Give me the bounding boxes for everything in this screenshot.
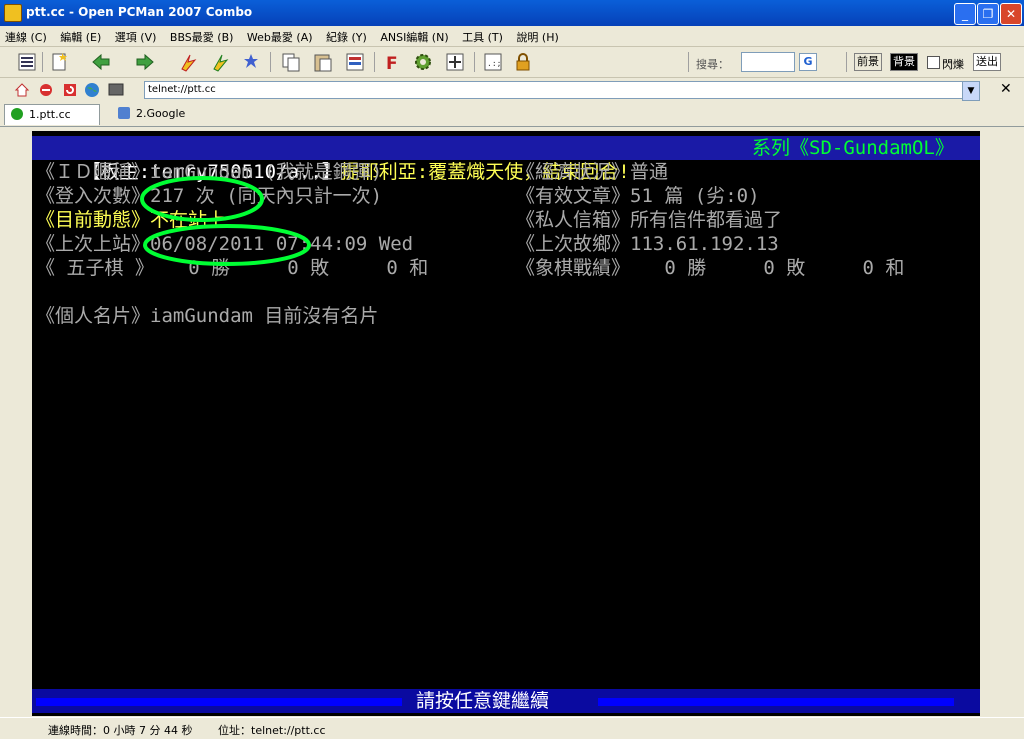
copy-icon[interactable] — [280, 51, 302, 73]
profile-row-right: 《經濟狀況》普通 — [516, 160, 668, 184]
close-button[interactable]: ✕ — [1000, 3, 1022, 25]
web-page-icon — [118, 107, 130, 119]
tab-ptt[interactable]: 1.ptt.cc — [4, 104, 100, 125]
screen-icon[interactable] — [108, 82, 124, 98]
address-close-icon[interactable]: ✕ — [1000, 81, 1012, 97]
terminal-screen[interactable]: 【板主:terry750510/a..】提耶利亞:覆蓋熾天使，結束回合! 系列《… — [32, 131, 980, 716]
menu-bar: 連線 (C) 編輯 (E) 選項 (V) BBS最愛 (B) Web最愛 (A)… — [0, 26, 1024, 47]
login-count-value: 217 次 (同天內只計一次) — [150, 185, 383, 207]
window-title: ptt.cc - Open PCMan 2007 Combo — [26, 5, 253, 19]
menu-tools[interactable]: 工具 (T) — [457, 26, 508, 45]
menu-connect[interactable]: 連線 (C) — [0, 26, 52, 45]
tab-label: 2.Google — [136, 107, 186, 120]
profile-row: 《ＩＤ暱稱》iamGundam (我就是鋼彈) — [36, 160, 382, 184]
menu-bbs-favorites[interactable]: BBS最愛 (B) — [165, 26, 239, 45]
last-login-value: 06/08/2011 07:44:09 Wed — [150, 233, 414, 255]
connected-icon — [11, 108, 23, 120]
globe-icon[interactable] — [84, 82, 100, 98]
menu-edit[interactable]: 編輯 (E) — [55, 26, 106, 45]
address-input[interactable]: telnet://ptt.cc — [144, 81, 971, 99]
login-count-label: 《登入次數》 — [36, 185, 151, 207]
menu-ansi-edit[interactable]: ANSI編輯 (N) — [375, 26, 453, 45]
mailbox-value: 所有信件都看過了 — [630, 209, 783, 231]
chess-label: 《象棋戰績》 — [516, 257, 631, 279]
address-dropdown-icon[interactable]: ▼ — [962, 81, 980, 101]
site-list-icon[interactable] — [16, 51, 38, 73]
blink-label: 閃爍 — [942, 58, 964, 71]
economy-label: 《經濟狀況》 — [516, 161, 631, 183]
forward-arrow-icon[interactable] — [134, 51, 156, 73]
gomoku-value: 0 勝 0 敗 0 和 — [153, 257, 429, 279]
profile-row: 《 五子棋 》 0 勝 0 敗 0 和 — [36, 256, 428, 280]
card-value: iamGundam 目前沒有名片 — [150, 305, 379, 327]
id-nickname-label: 《ＩＤ暱稱》 — [36, 161, 151, 183]
gear-icon[interactable] — [412, 51, 434, 73]
blink-checkbox[interactable] — [927, 56, 940, 69]
posts-label: 《有效文章》 — [516, 185, 631, 207]
tab-label: 1.ptt.cc — [29, 108, 71, 121]
chess-value: 0 勝 0 敗 0 和 — [630, 257, 905, 279]
search-input[interactable] — [741, 52, 795, 72]
last-login-label: 《上次上站》 — [36, 233, 151, 255]
font-icon[interactable]: F — [382, 51, 404, 73]
tab-bar: 1.ptt.cc 2.Google — [0, 102, 1024, 127]
status-label: 《目前動態》 — [36, 209, 151, 231]
header-series: 系列《SD-GundamOL》 — [752, 137, 954, 159]
press-any-key-prompt: 請按任意鍵繼續 — [416, 690, 550, 712]
status-value: 不在站上 — [150, 209, 227, 231]
card-row: 《個人名片》iamGundam 目前沒有名片 — [36, 304, 378, 328]
search-label: 搜尋： — [696, 58, 729, 71]
window-titlebar: ptt.cc - Open PCMan 2007 Combo _ ❐ ✕ — [0, 0, 1024, 26]
menu-record[interactable]: 紀錄 (Y) — [321, 26, 372, 45]
ansi-editor-icon[interactable]: .:; — [482, 51, 504, 73]
profile-row-right: 《私人信箱》所有信件都看過了 — [516, 208, 782, 232]
disconnect-icon[interactable] — [178, 51, 200, 73]
paste-color-icon[interactable] — [344, 51, 366, 73]
profile-row: 《目前動態》不在站上 — [36, 208, 226, 232]
svg-text:.:;: .:; — [487, 59, 501, 68]
tab-google[interactable]: 2.Google — [112, 104, 206, 124]
profile-row-right: 《上次故鄉》113.61.192.13 — [516, 232, 779, 256]
lock-icon[interactable] — [512, 51, 534, 73]
address-bar: telnet://ptt.cc ▼ ✕ — [0, 78, 1024, 103]
connect-time: 連線時間：0 小時 7 分 44 秒 — [48, 724, 193, 737]
send-button[interactable]: 送出 — [973, 53, 1001, 71]
minimize-button[interactable]: _ — [954, 3, 976, 25]
id-nickname-value: iamGundam (我就是鋼彈) — [150, 161, 383, 183]
refresh-icon[interactable] — [62, 82, 78, 98]
svg-text:F: F — [386, 54, 398, 73]
status-bar: 連線時間：0 小時 7 分 44 秒 位址：telnet://ptt.cc — [0, 717, 1024, 739]
new-connection-icon[interactable] — [48, 51, 70, 73]
back-arrow-icon[interactable] — [90, 51, 112, 73]
maximize-button[interactable]: ❐ — [977, 3, 999, 25]
profile-row: 《上次上站》06/08/2011 07:44:09 Wed — [36, 232, 413, 256]
menu-web-favorites[interactable]: Web最愛 (A) — [242, 26, 318, 45]
economy-value: 普通 — [630, 161, 669, 183]
status-address: 位址：telnet://ptt.cc — [218, 724, 326, 737]
foreground-color-button[interactable]: 前景 — [854, 53, 882, 71]
gomoku-label: 《 五子棋 》 — [36, 257, 154, 279]
stop-icon[interactable] — [38, 82, 54, 98]
reconnect-icon[interactable] — [210, 51, 232, 73]
menu-options[interactable]: 選項 (V) — [110, 26, 162, 45]
posts-value: 51 篇 (劣:0) — [630, 185, 760, 207]
fullscreen-icon[interactable] — [444, 51, 466, 73]
card-label: 《個人名片》 — [36, 305, 151, 327]
last-ip-value: 113.61.192.13 — [630, 233, 779, 255]
menu-help[interactable]: 說明 (H) — [511, 26, 563, 45]
toolbar: F .:; 搜尋： G 前景 背景 閃爍 送出 — [0, 47, 1024, 78]
google-search-icon[interactable]: G — [799, 53, 817, 71]
background-color-button[interactable]: 背景 — [890, 53, 918, 71]
home-icon[interactable] — [14, 82, 30, 98]
mailbox-label: 《私人信箱》 — [516, 209, 631, 231]
last-ip-label: 《上次故鄉》 — [516, 233, 631, 255]
profile-row-right: 《有效文章》51 篇 (劣:0) — [516, 184, 760, 208]
paste-icon[interactable] — [312, 51, 334, 73]
add-favorite-icon[interactable] — [240, 51, 262, 73]
app-icon — [4, 4, 22, 22]
profile-row: 《登入次數》217 次 (同天內只計一次) — [36, 184, 382, 208]
profile-row-right: 《象棋戰績》 0 勝 0 敗 0 和 — [516, 256, 904, 280]
